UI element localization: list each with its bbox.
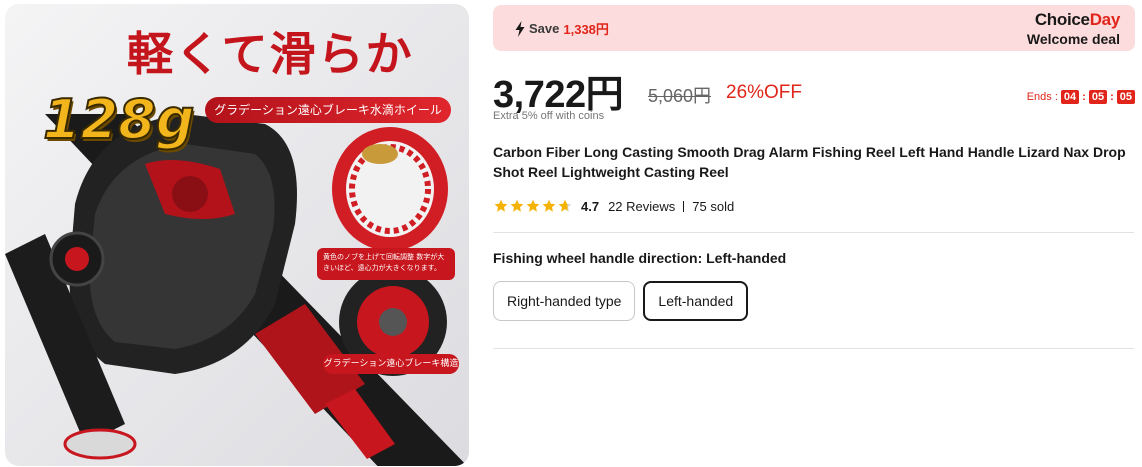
sold-count: 75 sold	[692, 198, 735, 214]
image-weight-badge: 128g	[42, 87, 195, 152]
countdown-label: Ends :	[1026, 91, 1058, 103]
lightning-icon	[515, 20, 525, 37]
star-icon	[510, 199, 524, 212]
product-title: Carbon Fiber Long Casting Smooth Drag Al…	[493, 144, 1126, 180]
image-feature-banner: グラデーション遠心ブレーキ水滴ホイール	[205, 97, 451, 123]
save-info: Save 1,338円	[515, 19, 609, 38]
image-headline: 軽くて滑らか	[127, 27, 414, 81]
countdown-seconds: 05	[1116, 90, 1135, 104]
variant-label: Fishing wheel handle direction: Left-han…	[493, 250, 787, 266]
welcome-deal-label: Welcome deal	[1026, 31, 1120, 47]
choice-day-brand: ChoiceDay Welcome deal	[1027, 10, 1120, 47]
countdown-separator: :	[1110, 91, 1114, 103]
star-icon	[558, 199, 572, 212]
star-icon	[494, 199, 508, 212]
save-amount: 1,338円	[563, 22, 609, 37]
save-label: Save	[529, 21, 560, 36]
divider	[683, 200, 685, 212]
original-price: 5,060円	[648, 86, 712, 106]
discount-badge: 26%OFF	[726, 82, 803, 103]
variant-options: Right-handed type Left-handed	[493, 281, 749, 321]
extra-coins-offer: Extra 5% off with coins	[493, 110, 605, 122]
deal-countdown: Ends : 04 : 05 : 05	[1027, 90, 1135, 104]
product-image[interactable]: 軽くて滑らか 128g グラデーション遠心ブレーキ水滴ホイール 黄色のノブを上げ…	[5, 4, 469, 466]
star-icon	[542, 199, 556, 212]
choice-day-banner[interactable]: Save 1,338円 ChoiceDay Welcome deal	[493, 5, 1135, 51]
variant-option-right-handed[interactable]: Right-handed type	[493, 281, 636, 321]
star-rating	[494, 199, 572, 213]
section-divider	[493, 348, 1134, 349]
section-divider	[493, 232, 1134, 233]
countdown-separator: :	[1082, 91, 1086, 103]
variant-option-left-handed[interactable]: Left-handed	[643, 281, 749, 321]
countdown-minutes: 05	[1088, 90, 1108, 104]
reviews-link[interactable]: 22 Reviews	[608, 199, 675, 214]
choice-day-logo: ChoiceDay	[1034, 10, 1120, 29]
rating-value: 4.7	[581, 198, 600, 214]
rating-row[interactable]: 4.7 22 Reviews 75 sold	[494, 197, 734, 215]
image-caption-knob: 黄色のノブを上げて回転調整 数字が大きいほど、遠心力が大きくなります。	[317, 248, 455, 280]
image-caption-brake: グラデーション遠心ブレーキ構造	[323, 354, 459, 374]
star-icon	[526, 199, 540, 212]
countdown-hours: 04	[1060, 90, 1080, 104]
